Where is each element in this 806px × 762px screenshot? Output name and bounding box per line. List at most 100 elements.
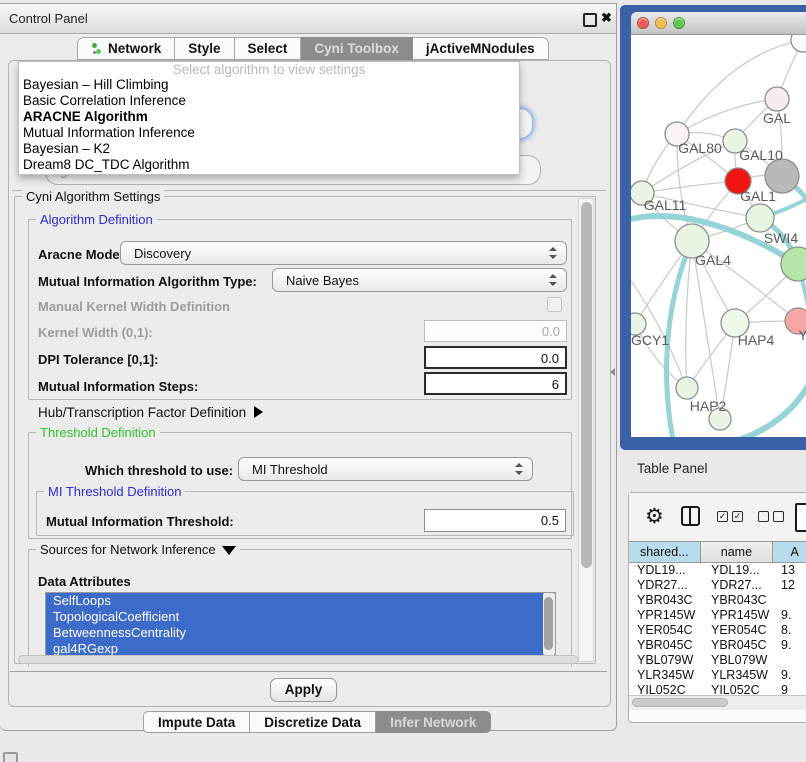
- table-horizontal-scrollbar[interactable]: [629, 695, 806, 710]
- threshold-definition-legend: Threshold Definition: [36, 425, 160, 440]
- tab-label: Select: [248, 41, 288, 56]
- tab-discretize-data[interactable]: Discretize Data: [250, 711, 376, 733]
- network-node[interactable]: [676, 377, 698, 399]
- attribute-item-betweennesscentrality[interactable]: BetweennessCentrality: [46, 625, 555, 641]
- table-row[interactable]: YBL079WYBL079W: [629, 653, 806, 668]
- algorithm-option-basic-correlation-inference[interactable]: Basic Correlation Inference: [19, 93, 519, 109]
- checked-box-icon[interactable]: ✓: [717, 511, 728, 522]
- table-row[interactable]: YBR043CYBR043C: [629, 593, 806, 608]
- aracne-mode-combo[interactable]: Discovery: [120, 241, 567, 265]
- attribute-item-topologicalcoefficient[interactable]: TopologicalCoefficient: [46, 609, 555, 625]
- mi-threshold-field[interactable]: 0.5: [424, 509, 566, 532]
- algorithm-option-bayesian-k2[interactable]: Bayesian – K2: [19, 141, 519, 157]
- node-label-hap2: HAP2: [690, 398, 727, 414]
- tab-network[interactable]: Network: [77, 37, 175, 60]
- network-node[interactable]: [765, 87, 789, 111]
- mi-steps-field[interactable]: 6: [424, 372, 567, 395]
- manual-kernel-checkbox[interactable]: [547, 297, 562, 312]
- network-window: GALGAL80GAL10GAL1GAL11SWI4GAL4GCY1HAP4YH…: [631, 12, 806, 437]
- mi-algorithm-type-combo[interactable]: Naive Bayes: [272, 268, 567, 292]
- collapse-down-icon: [222, 546, 236, 555]
- tab-label: Style: [188, 41, 220, 56]
- column-header-name[interactable]: name: [701, 542, 774, 562]
- node-label-gal10: GAL10: [739, 147, 783, 163]
- settings-horizontal-scrollbar-thumb[interactable]: [18, 655, 578, 664]
- new-table-icon[interactable]: [795, 503, 806, 532]
- network-node[interactable]: [781, 247, 806, 281]
- table-row[interactable]: YLR345WYLR345W9.: [629, 668, 806, 683]
- dpi-tolerance-field[interactable]: 0.0: [424, 346, 567, 369]
- kernel-width-field[interactable]: 0.0: [424, 320, 567, 342]
- settings-vertical-scrollbar[interactable]: [578, 198, 594, 662]
- network-tab-icon: [91, 43, 103, 55]
- spinner-arrows-icon: [549, 247, 557, 259]
- aracne-mode-value: Discovery: [134, 246, 191, 261]
- table-row[interactable]: YDL19...YDL19...13: [629, 563, 806, 578]
- table-row[interactable]: YER054CYER054C8.: [629, 623, 806, 638]
- which-threshold-value: MI Threshold: [252, 462, 328, 477]
- network-node[interactable]: [746, 204, 774, 232]
- tab-label: Network: [108, 41, 161, 56]
- gear-icon[interactable]: ⚙: [645, 504, 664, 529]
- tab-cyni-toolbox[interactable]: Cyni Toolbox: [301, 37, 413, 60]
- split-pane-handle-icon[interactable]: [610, 368, 615, 376]
- table-hscroll-thumb[interactable]: [632, 698, 728, 707]
- expand-right-icon: [254, 406, 263, 418]
- tab-label: Cyni Toolbox: [314, 41, 399, 56]
- network-canvas[interactable]: GALGAL80GAL10GAL1GAL11SWI4GAL4GCY1HAP4YH…: [631, 35, 806, 437]
- split-columns-icon[interactable]: [681, 506, 700, 526]
- attributes-scrollbar[interactable]: [543, 593, 555, 655]
- traffic-light-zoom-icon[interactable]: [673, 17, 685, 29]
- screenshot-root: Control Panel ✖ NetworkStyleSelectCyni T…: [0, 0, 806, 762]
- network-node[interactable]: [791, 35, 806, 52]
- checked-box-icon[interactable]: ✓: [732, 511, 743, 522]
- algorithm-option-mutual-information-inference[interactable]: Mutual Information Inference: [19, 125, 519, 141]
- table-row[interactable]: YBR045CYBR045C9.: [629, 638, 806, 653]
- network-edge: [686, 241, 692, 388]
- column-header-shared[interactable]: shared...: [629, 542, 701, 562]
- attribute-item-selfloops[interactable]: SelfLoops: [46, 593, 555, 609]
- sources-legend[interactable]: Sources for Network Inference: [36, 542, 240, 557]
- float-window-icon[interactable]: [583, 13, 597, 27]
- table-row[interactable]: YPR145WYPR145W9.: [629, 608, 806, 623]
- table-cell: YDR27...: [637, 578, 688, 593]
- cyni-settings-legend: Cyni Algorithm Settings: [22, 189, 164, 204]
- apply-divider: [10, 671, 607, 672]
- manual-kernel-label: Manual Kernel Width Definition: [38, 299, 230, 314]
- tab-impute-data[interactable]: Impute Data: [143, 711, 250, 733]
- close-icon[interactable]: ✖: [601, 10, 612, 26]
- table-toolbar: ⚙ ✓ ✓: [629, 493, 806, 541]
- algorithm-option-bayesian-hill-climbing[interactable]: Bayesian – Hill Climbing: [19, 77, 519, 93]
- dropdown-prompt: Select algorithm to view settings: [19, 62, 519, 77]
- apply-button[interactable]: Apply: [270, 678, 337, 702]
- traffic-light-minimize-icon[interactable]: [655, 17, 667, 29]
- table-cell: YER054C: [637, 623, 693, 638]
- algorithm-option-dream8-dc-tdc-algorithm[interactable]: Dream8 DC_TDC Algorithm: [19, 157, 519, 173]
- tab-infer-network[interactable]: Infer Network: [376, 711, 491, 733]
- table-cell: 9.: [781, 638, 791, 653]
- tab-jactivemnodules[interactable]: jActiveMNodules: [413, 37, 549, 60]
- control-panel-tabs: Network Style Select Cyni Toolbox jActiveMNo…: [77, 37, 549, 60]
- network-window-titlebar: [631, 12, 806, 35]
- minimized-panel-icon[interactable]: [3, 752, 18, 762]
- column-header-a[interactable]: A: [773, 542, 806, 562]
- which-threshold-combo[interactable]: MI Threshold: [238, 457, 533, 481]
- table-row[interactable]: YDR27...YDR27...12: [629, 578, 806, 593]
- attributes-scrollbar-thumb[interactable]: [544, 597, 553, 650]
- algorithm-list: Bayesian – Hill ClimbingBasic Correlatio…: [19, 77, 519, 173]
- attribute-item-gal4rgexp[interactable]: gal4RGexp: [46, 641, 555, 656]
- node-label-swi4: SWI4: [764, 230, 798, 246]
- unchecked-box-icon[interactable]: [758, 511, 769, 522]
- table-cell: 12: [781, 578, 795, 593]
- table-cell: 13: [781, 563, 795, 578]
- table-cell: YBR045C: [711, 638, 767, 653]
- settings-scrollbar-thumb[interactable]: [581, 202, 592, 568]
- traffic-light-close-icon[interactable]: [637, 17, 649, 29]
- tab-style[interactable]: Style: [175, 37, 234, 60]
- algorithm-option-aracne-algorithm[interactable]: ARACNE Algorithm: [19, 109, 519, 125]
- node-label-hap4: HAP4: [738, 332, 775, 348]
- hub-definition-expander[interactable]: Hub/Transcription Factor Definition: [38, 405, 263, 420]
- tab-select[interactable]: Select: [235, 37, 302, 60]
- table-cell: YBL079W: [711, 653, 767, 668]
- unchecked-box-icon[interactable]: [773, 511, 784, 522]
